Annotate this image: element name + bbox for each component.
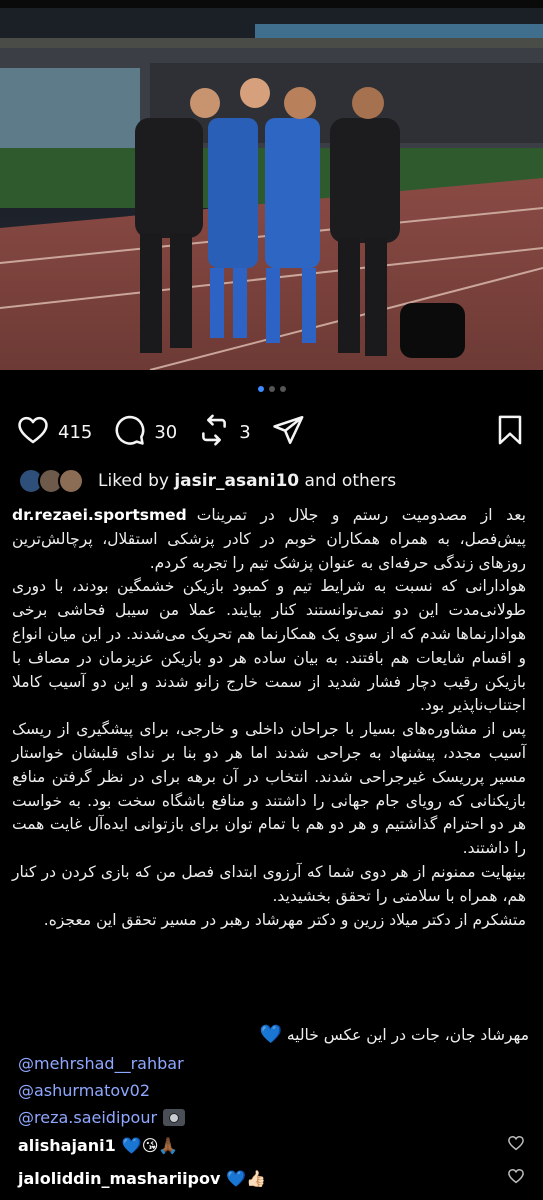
caption-paragraph: هوادارانی که نسبت به شرایط تیم و کمبود ب… — [12, 577, 526, 715]
comment-like-button[interactable] — [507, 1134, 525, 1156]
liked-by-suffix: and others — [304, 471, 397, 491]
likes-count[interactable]: 415 — [58, 422, 92, 443]
mention-link[interactable]: @ashurmatov02 — [18, 1077, 185, 1104]
mention-link[interactable]: @mehrshad__rahbar — [18, 1050, 185, 1077]
comment-username[interactable]: jaloliddin_mashariipov — [18, 1169, 220, 1188]
share-icon — [271, 413, 305, 451]
blue-heart-icon: 💙 — [259, 1024, 282, 1045]
status-strip — [0, 0, 543, 8]
liker-avatars — [18, 468, 84, 494]
camera-icon — [163, 1109, 186, 1126]
post-photo-image — [0, 8, 543, 370]
comment-button[interactable]: 30 — [112, 413, 177, 451]
repost-button[interactable]: 3 — [197, 413, 251, 451]
caption-paragraph: متشکرم از دکتر میلاد زرین و دکتر مهرشاد … — [43, 910, 526, 929]
bookmark-icon — [495, 415, 525, 451]
save-button[interactable] — [495, 413, 525, 451]
carousel-dot-active — [257, 386, 264, 392]
liked-by-text: Liked by jasir_asani10 and others — [98, 471, 396, 491]
caption-closing-line: مهرشاد جان، جات در این عکس خالیه 💙 — [259, 1024, 529, 1045]
repost-icon — [197, 413, 231, 451]
author-username[interactable]: dr.rezaei.sportsmed — [12, 504, 187, 528]
carousel-indicator — [0, 386, 543, 392]
share-button[interactable] — [271, 413, 305, 451]
caption-paragraph: بینهایت ممنونم از هر دوی شما که آرزوی اب… — [12, 862, 526, 905]
liked-by-row[interactable]: Liked by jasir_asani10 and others — [18, 466, 525, 496]
comment-text: 💙👍🏻 — [226, 1168, 267, 1188]
heart-icon — [16, 413, 50, 451]
like-button[interactable]: 415 — [16, 413, 92, 451]
comment-row[interactable]: alishajani1 💙😘🙏🏾 — [18, 1132, 525, 1158]
heart-icon — [508, 1168, 524, 1184]
action-bar: 415 30 3 — [16, 412, 525, 452]
liked-by-prefix: Liked by — [98, 471, 169, 491]
closing-text: مهرشاد جان، جات در این عکس خالیه — [286, 1026, 529, 1044]
mentions-list: @mehrshad__rahbar @ashurmatov02 @reza.sa… — [18, 1050, 186, 1131]
carousel-dot — [279, 386, 286, 392]
liked-by-username[interactable]: jasir_asani10 — [174, 471, 299, 491]
comment-icon — [112, 413, 146, 451]
mention-link[interactable]: @reza.saeidipour — [18, 1104, 157, 1131]
post-caption: dr.rezaei.sportsmed بعد از مصدومیت رستم … — [12, 504, 526, 932]
comment-row[interactable]: jaloliddin_mashariipov 💙👍🏻 — [18, 1165, 525, 1191]
mention-row: @reza.saeidipour — [18, 1104, 186, 1131]
heart-icon — [508, 1135, 524, 1151]
caption-paragraph: پس از مشاوره‌های بسیار با جراحان داخلی و… — [12, 720, 526, 858]
reposts-count[interactable]: 3 — [239, 422, 250, 443]
comment-username[interactable]: alishajani1 — [18, 1136, 116, 1155]
comments-count[interactable]: 30 — [154, 422, 177, 443]
carousel-dot — [268, 386, 275, 392]
post-photo[interactable] — [0, 8, 543, 370]
avatar — [58, 468, 84, 494]
comment-like-button[interactable] — [507, 1167, 525, 1189]
comment-text: 💙😘🙏🏾 — [121, 1135, 179, 1155]
